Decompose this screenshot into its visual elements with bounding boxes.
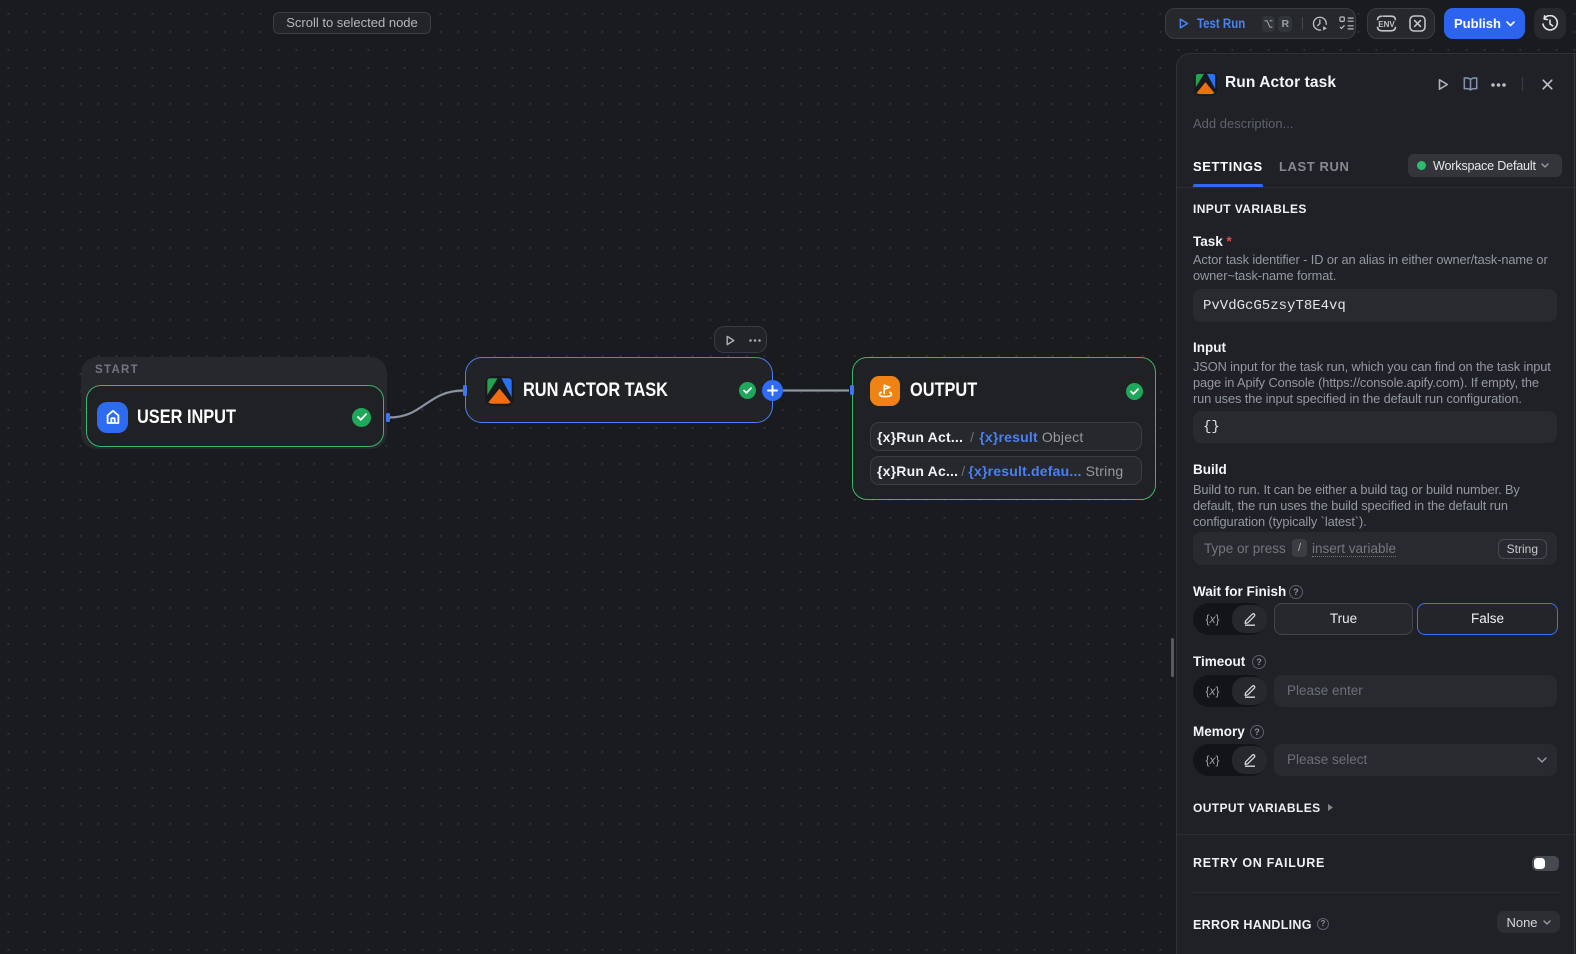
svg-text:ENV: ENV <box>1378 20 1395 29</box>
